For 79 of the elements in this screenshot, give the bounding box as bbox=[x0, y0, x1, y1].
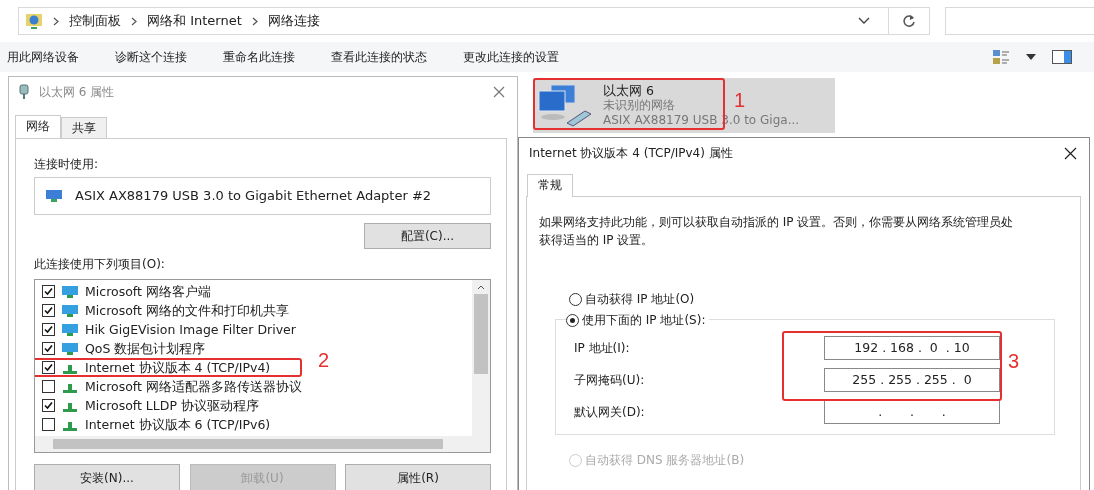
connect-using-label: 连接时使用: bbox=[34, 156, 100, 172]
view-options-icon[interactable] bbox=[992, 49, 1010, 65]
dialog-button[interactable]: 安装(N)... bbox=[34, 464, 180, 490]
dropdown-icon[interactable] bbox=[858, 17, 870, 25]
chevron-icon bbox=[131, 16, 137, 26]
chevron-icon bbox=[251, 16, 258, 26]
tab[interactable]: 共享 bbox=[61, 117, 107, 138]
vertical-scrollbar[interactable] bbox=[472, 280, 490, 436]
list-item[interactable]: Microsoft LLDP 协议驱动程序 bbox=[42, 396, 262, 415]
item-label: Hik GigEVision Image Filter Driver bbox=[85, 322, 296, 337]
list-item[interactable]: Microsoft 网络的文件和打印机共享 bbox=[42, 301, 292, 320]
list-item[interactable]: Microsoft 网络适配器多路传送器协议 bbox=[42, 377, 305, 396]
search-field[interactable] bbox=[945, 7, 1094, 35]
horizontal-scrollbar[interactable] bbox=[35, 436, 490, 452]
adapter-name: ASIX AX88179 USB 3.0 to Gigabit Ethernet Adapter #2 bbox=[75, 188, 432, 204]
field-label: 默认网关(D): bbox=[574, 404, 646, 420]
checkbox[interactable] bbox=[42, 304, 55, 317]
tab[interactable]: 网络 bbox=[15, 115, 61, 138]
checkbox[interactable] bbox=[42, 361, 55, 374]
network-card-icon bbox=[45, 189, 63, 203]
checkbox[interactable] bbox=[42, 285, 55, 298]
dialog-button[interactable]: 属性(R) bbox=[345, 464, 491, 490]
close-icon[interactable] bbox=[1064, 146, 1077, 160]
adapter-icon bbox=[19, 84, 29, 100]
item-label: Microsoft 网络客户端 bbox=[85, 284, 211, 299]
item-label: Internet 协议版本 6 (TCP/IPv6) bbox=[85, 417, 271, 432]
command-link[interactable]: 更改此连接的设置 bbox=[463, 49, 559, 65]
checkbox[interactable] bbox=[42, 342, 55, 355]
field-label: 子网掩码(U): bbox=[574, 372, 646, 388]
tab[interactable]: 常规 bbox=[527, 174, 573, 197]
dialog-title: 以太网 6 属性 bbox=[39, 84, 115, 100]
monitor-icon bbox=[61, 341, 79, 356]
ip-address-field[interactable]: 255 . 255 . 255 . 0 bbox=[824, 368, 1000, 392]
checkbox[interactable] bbox=[42, 399, 55, 412]
monitor-icon bbox=[61, 303, 79, 318]
caret-icon[interactable] bbox=[1026, 54, 1036, 60]
monitor-icon bbox=[61, 322, 79, 337]
preview-pane-icon[interactable] bbox=[1052, 50, 1072, 64]
list-item[interactable]: Internet 协议版本 4 (TCP/IPv4) bbox=[42, 360, 274, 375]
address-bar[interactable]: 控制面板 网络和 Internet 网络连接 bbox=[18, 7, 889, 35]
item-label: Microsoft 网络适配器多路传送器协议 bbox=[85, 379, 302, 394]
control-panel-icon bbox=[25, 12, 43, 30]
monitor-icon bbox=[61, 284, 79, 299]
breadcrumb[interactable]: 网络连接 bbox=[267, 13, 320, 29]
radio-option[interactable]: 自动获得 IP 地址(O) bbox=[569, 291, 1070, 307]
breadcrumb[interactable]: 控制面板 bbox=[69, 13, 121, 29]
annotation-number: 3 bbox=[1008, 353, 1020, 369]
network-adapter-icon bbox=[537, 82, 593, 129]
list-item[interactable]: Microsoft 网络客户端 bbox=[42, 282, 214, 301]
connection-status: 未识别的网络 bbox=[603, 98, 675, 113]
checkbox[interactable] bbox=[42, 323, 55, 336]
list-item[interactable]: Internet 协议版本 6 (TCP/IPv6) bbox=[42, 415, 274, 434]
ip-address-field[interactable]: . . . bbox=[824, 400, 1000, 424]
item-label: Microsoft LLDP 协议驱动程序 bbox=[85, 398, 259, 413]
ip-address-field[interactable]: 192 . 168 . 0 . 10 bbox=[824, 336, 1000, 360]
description-text: 如果网络支持此功能，则可以获取自动指派的 IP 设置。否则，你需要从网络系统管理员处获得适当的 IP 设置。 bbox=[539, 214, 1015, 249]
breadcrumb[interactable]: 网络和 Internet bbox=[147, 13, 242, 29]
configure-button[interactable]: 配置(C)... bbox=[364, 223, 491, 249]
command-link[interactable]: 诊断这个连接 bbox=[115, 49, 187, 65]
refresh-button[interactable] bbox=[889, 7, 930, 35]
chevron-icon bbox=[53, 16, 59, 26]
items-label: 此连接使用下列项目(O): bbox=[34, 256, 166, 272]
item-label: Microsoft 网络的文件和打印机共享 bbox=[85, 303, 289, 318]
command-link[interactable]: 用此网络设备 bbox=[7, 49, 79, 65]
dialog-title: Internet 协议版本 4 (TCP/IPv4) 属性 bbox=[529, 145, 733, 161]
list-item[interactable]: Hik GigEVision Image Filter Driver bbox=[42, 320, 299, 339]
radio-option[interactable]: 使用下面的 IP 地址(S): bbox=[566, 312, 710, 328]
checkbox[interactable] bbox=[42, 418, 55, 431]
field-label: IP 地址(I): bbox=[574, 340, 631, 356]
item-label: Internet 协议版本 4 (TCP/IPv4) bbox=[85, 360, 271, 375]
item-label: QoS 数据包计划程序 bbox=[85, 341, 206, 356]
annotation-number: 2 bbox=[318, 352, 330, 368]
refresh-icon bbox=[902, 14, 916, 28]
list-item[interactable]: QoS 数据包计划程序 bbox=[42, 339, 209, 358]
annotation-number: 1 bbox=[734, 92, 746, 108]
connection-name: 以太网 6 bbox=[603, 83, 654, 98]
checkbox[interactable] bbox=[42, 380, 55, 393]
command-link[interactable]: 查看此连接的状态 bbox=[331, 49, 427, 65]
command-link[interactable]: 重命名此连接 bbox=[223, 49, 295, 65]
